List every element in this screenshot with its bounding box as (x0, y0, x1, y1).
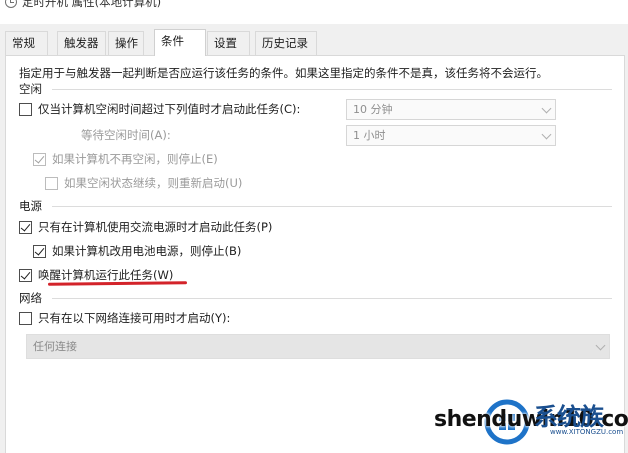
tab-history[interactable]: 历史记录 (255, 31, 317, 55)
wake-to-run-checkbox[interactable] (19, 268, 32, 282)
title-bar: 定时开机 属性(本地计算机) (0, 0, 628, 24)
start-only-if-network-label: 只有在以下网络连接可用时才启动(Y): (38, 311, 231, 325)
stop-on-battery-option[interactable]: 如果计算机改用电池电源，则停止(B) (33, 243, 241, 259)
start-if-idle-option[interactable]: 仅当计算机空闲时间超过下列值时才启动此任务(C): (19, 101, 300, 117)
chevron-down-icon (541, 129, 552, 140)
start-only-if-network-option[interactable]: 只有在以下网络连接可用时才启动(Y): (19, 310, 230, 326)
start-only-if-network-checkbox[interactable] (19, 311, 32, 325)
clock-icon (5, 0, 17, 8)
tab-general[interactable]: 常规 (5, 31, 48, 55)
window-title: 定时开机 属性(本地计算机) (22, 0, 162, 9)
chevron-down-icon (595, 340, 606, 351)
wait-for-idle-select[interactable]: 1 小时 (346, 125, 556, 146)
wake-to-run-option[interactable]: 唤醒计算机运行此任务(W) (19, 267, 173, 283)
start-if-idle-label: 仅当计算机空闲时间超过下列值时才启动此任务(C): (38, 102, 301, 116)
idle-duration-select[interactable]: 10 分钟 (346, 99, 556, 120)
network-section-label: 网络 (19, 291, 42, 305)
stop-on-battery-checkbox[interactable] (33, 244, 46, 258)
start-if-idle-checkbox[interactable] (19, 102, 32, 116)
power-section-label: 电源 (19, 199, 42, 213)
idle-section-label: 空闲 (19, 82, 42, 96)
stop-if-not-idle-option[interactable]: 如果计算机不再空闲，则停止(E) (33, 151, 218, 167)
stop-if-not-idle-label: 如果计算机不再空闲，则停止(E) (52, 152, 218, 166)
watermark: shenduwin10.com 系统族 www.XITONGZU.com (420, 383, 628, 453)
restart-if-idle-option[interactable]: 如果空闲状态继续，则重新启动(U) (45, 175, 242, 191)
tab-strip: 常规 触发器 操作 条件 设置 历史记录 (0, 29, 628, 56)
start-only-on-ac-label: 只有在计算机使用交流电源时才启动此任务(P) (38, 220, 273, 234)
start-only-on-ac-checkbox[interactable] (19, 220, 32, 234)
stop-on-battery-label: 如果计算机改用电池电源，则停止(B) (52, 244, 242, 258)
stop-if-not-idle-checkbox[interactable] (33, 152, 46, 166)
tab-actions[interactable]: 操作 (108, 31, 144, 55)
conditions-description: 指定用于与触发器一起判断是否应运行该任务的条件。如果这里指定的条件不是真，该任务… (19, 66, 548, 80)
watermark-cn: 系统族 (534, 403, 604, 431)
tab-triggers[interactable]: 触发器 (57, 31, 106, 55)
restart-if-idle-label: 如果空闲状态继续，则重新启动(U) (64, 176, 243, 190)
wake-to-run-label: 唤醒计算机运行此任务(W) (38, 268, 174, 282)
idle-duration-value: 10 分钟 (353, 103, 393, 116)
watermark-sub: www.XITONGZU.com (550, 428, 624, 436)
start-only-on-ac-option[interactable]: 只有在计算机使用交流电源时才启动此任务(P) (19, 219, 272, 235)
tab-settings[interactable]: 设置 (207, 31, 250, 55)
restart-if-idle-checkbox[interactable] (45, 176, 58, 190)
network-divider (52, 298, 612, 299)
network-connection-select[interactable]: 任何连接 (26, 334, 610, 359)
network-connection-value: 任何连接 (33, 340, 77, 353)
wait-for-idle-value: 1 小时 (353, 129, 386, 142)
chevron-down-icon (541, 103, 552, 114)
tab-conditions[interactable]: 条件 (154, 29, 206, 56)
wait-for-idle-label: 等待空闲时间(A): (81, 128, 171, 142)
power-divider (52, 206, 612, 207)
idle-divider (52, 89, 612, 90)
